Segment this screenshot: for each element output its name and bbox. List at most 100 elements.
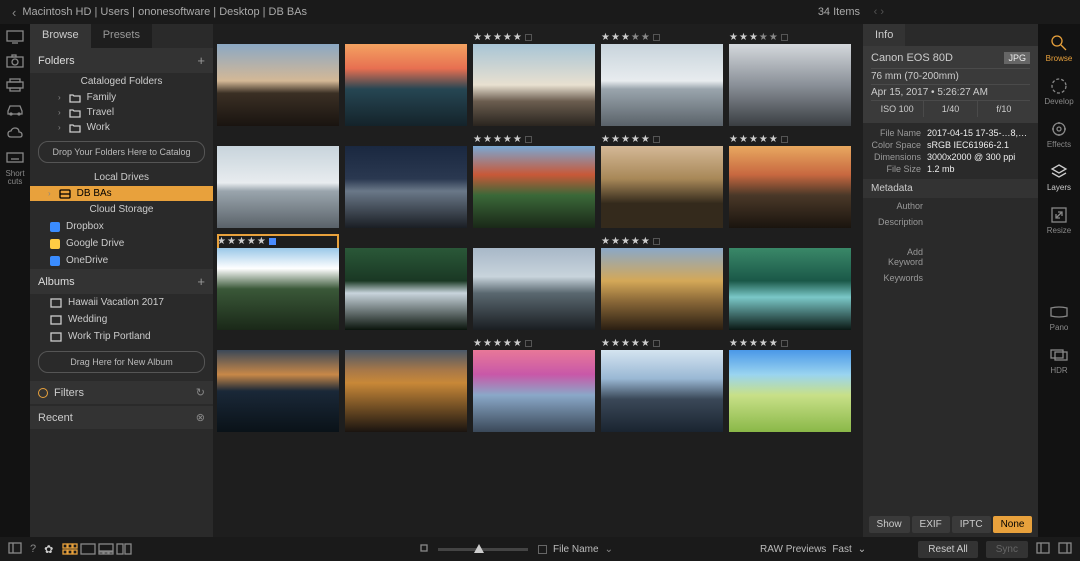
slider-handle-icon[interactable] (474, 544, 484, 553)
thumbnail-size-slider[interactable] (438, 548, 528, 551)
metadata-header[interactable]: Metadata (863, 179, 1038, 198)
cloud-item[interactable]: OneDrive (30, 252, 213, 269)
view-grid[interactable] (61, 542, 79, 556)
thumbnail[interactable]: ★★★★★ (601, 234, 723, 330)
view-filmstrip[interactable] (97, 542, 115, 556)
thumbnail[interactable] (345, 336, 467, 432)
module-develop[interactable]: Develop (1044, 77, 1073, 106)
keyboard-icon[interactable] (6, 150, 24, 164)
thumbnail[interactable]: ★★★★★ (601, 132, 723, 228)
rating-stars[interactable] (217, 336, 339, 350)
printer-icon[interactable] (6, 78, 24, 92)
folders-header[interactable]: Folders + (30, 48, 213, 73)
thumbnail[interactable]: ★★★★★ (217, 234, 339, 330)
back-button[interactable]: ‹ (12, 5, 16, 20)
album-drop-zone[interactable]: Drag Here for New Album (38, 351, 205, 373)
module-resize[interactable]: Resize (1047, 206, 1071, 235)
albums-header[interactable]: Albums + (30, 269, 213, 294)
meta-show-button[interactable]: Show (869, 516, 910, 533)
thumbnail[interactable]: ★★★★★ (601, 336, 723, 432)
module-effects[interactable]: Effects (1047, 120, 1071, 149)
tab-info[interactable]: Info (863, 24, 905, 46)
folder-item[interactable]: ›Work (30, 120, 213, 135)
rating-stars[interactable] (345, 336, 467, 350)
add-folder-icon[interactable]: + (197, 53, 205, 68)
size-small-icon[interactable] (420, 543, 428, 555)
rating-stars[interactable]: ★★★★★ (601, 234, 723, 248)
rating-stars[interactable] (345, 30, 467, 44)
rating-stars[interactable]: ★★★★★ (473, 336, 595, 350)
thumbnail[interactable]: ★★★★★ (729, 336, 851, 432)
rating-stars[interactable]: ★★★★★ (473, 30, 595, 44)
camera-icon[interactable] (6, 54, 24, 68)
rating-stars[interactable]: ★★★★★ (601, 132, 723, 146)
thumbnail[interactable] (473, 234, 595, 330)
view-single[interactable] (79, 542, 97, 556)
meta-none-button[interactable]: None (993, 516, 1033, 533)
tab-browse[interactable]: Browse (30, 24, 91, 48)
thumbnail[interactable]: ★★★★★ (473, 336, 595, 432)
thumbnail[interactable] (217, 132, 339, 228)
rating-stars[interactable]: ★★★★★ (729, 30, 851, 44)
album-item[interactable]: Wedding (30, 311, 213, 328)
nav-arrows[interactable]: ‹ › (874, 6, 884, 18)
tab-presets[interactable]: Presets (91, 24, 152, 48)
rating-stars[interactable] (217, 132, 339, 146)
dual-view-icon[interactable] (1058, 542, 1072, 557)
rating-stars[interactable] (345, 132, 467, 146)
refresh-icon[interactable]: ↻ (196, 386, 205, 399)
module-layers[interactable]: Layers (1047, 163, 1071, 192)
rating-stars[interactable]: ★★★★★ (473, 132, 595, 146)
rating-stars[interactable]: ★★★★★ (601, 30, 723, 44)
meta-exif-button[interactable]: EXIF (912, 516, 950, 533)
help-icon[interactable]: ? (30, 543, 36, 555)
monitor-icon[interactable] (6, 30, 24, 44)
module-browse[interactable]: Browse (1046, 34, 1073, 63)
thumbnail[interactable]: ★★★★★ (473, 132, 595, 228)
thumbnail[interactable]: ★★★★★ (729, 30, 851, 126)
album-item[interactable]: Hawaii Vacation 2017 (30, 294, 213, 311)
thumbnail[interactable] (345, 30, 467, 126)
add-album-icon[interactable]: + (197, 274, 205, 289)
thumbnail[interactable] (729, 234, 851, 330)
panel-toggle-right-icon[interactable] (1036, 542, 1050, 557)
rating-stars[interactable] (729, 234, 851, 248)
thumbnail[interactable] (217, 30, 339, 126)
clear-recent-icon[interactable]: ⊗ (196, 411, 205, 424)
raw-dropdown-icon[interactable]: ⌄ (858, 544, 866, 555)
cloud-item[interactable]: Google Drive (30, 235, 213, 252)
sync-button[interactable]: Sync (986, 541, 1028, 558)
rating-stars[interactable]: ★★★★★ (217, 234, 339, 248)
drive-selected[interactable]: › DB BAs (30, 186, 213, 201)
folder-item[interactable]: ›Travel (30, 105, 213, 120)
rating-stars[interactable] (345, 234, 467, 248)
thumbnail[interactable]: ★★★★★ (729, 132, 851, 228)
module-pano[interactable]: Pano (1050, 303, 1069, 332)
thumbnail[interactable] (345, 132, 467, 228)
rating-stars[interactable] (217, 30, 339, 44)
album-item[interactable]: Work Trip Portland (30, 328, 213, 345)
module-hdr[interactable]: HDR (1050, 346, 1068, 375)
meta-iptc-button[interactable]: IPTC (952, 516, 991, 533)
rating-stars[interactable]: ★★★★★ (729, 132, 851, 146)
cloud-item[interactable]: Dropbox (30, 218, 213, 235)
filters-section[interactable]: Filters ↻ (30, 381, 213, 404)
rating-stars[interactable]: ★★★★★ (729, 336, 851, 350)
thumbnail[interactable] (345, 234, 467, 330)
thumbnail[interactable]: ★★★★★ (473, 30, 595, 126)
rating-stars[interactable] (473, 234, 595, 248)
recent-section[interactable]: Recent ⊗ (30, 406, 213, 429)
car-icon[interactable] (6, 102, 24, 116)
folder-item[interactable]: ›Family (30, 90, 213, 105)
thumbnail[interactable]: ★★★★★ (601, 30, 723, 126)
folder-drop-zone[interactable]: Drop Your Folders Here to Catalog (38, 141, 205, 163)
thumbnail[interactable] (217, 336, 339, 432)
view-compare[interactable] (115, 542, 133, 556)
reset-all-button[interactable]: Reset All (918, 541, 977, 558)
settings-icon[interactable]: ✿ (44, 543, 53, 556)
sort-dropdown-icon[interactable]: ⌄ (605, 544, 613, 555)
panel-toggle-icon[interactable] (8, 542, 22, 557)
sort-checkbox[interactable] (538, 545, 547, 554)
rating-stars[interactable]: ★★★★★ (601, 336, 723, 350)
cloud-icon[interactable] (6, 126, 24, 140)
